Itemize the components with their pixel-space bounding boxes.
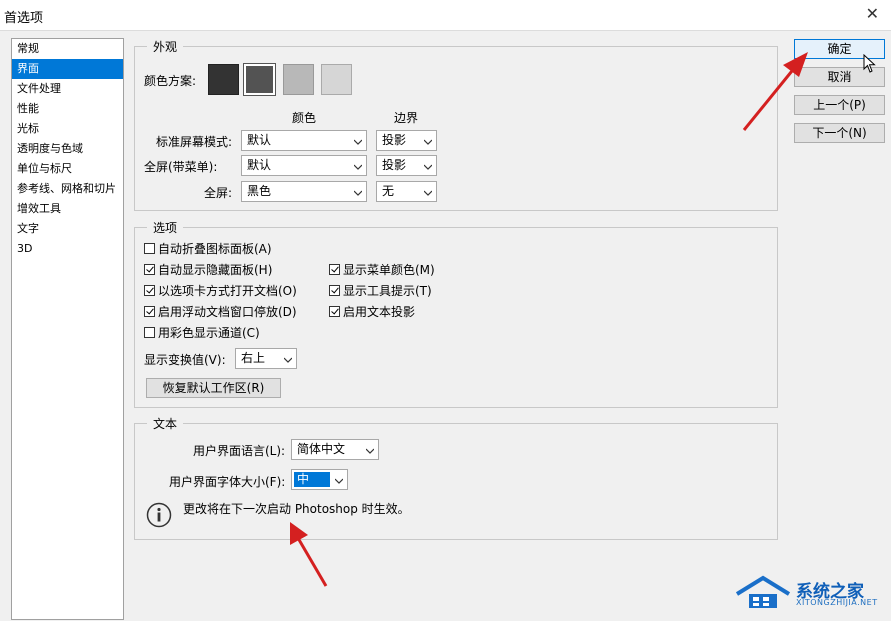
floating-dock-checkbox[interactable]: 启用浮动文档窗口停放(D) <box>144 304 297 320</box>
chevron-down-icon <box>424 139 432 145</box>
transform-values-value: 右上 <box>241 351 266 365</box>
tooltips-label: 显示工具提示(T) <box>343 284 432 298</box>
color-column-header: 颜色 <box>292 111 317 125</box>
transform-values-select[interactable]: 右上 <box>235 348 297 369</box>
floating-dock-label: 启用浮动文档窗口停放(D) <box>158 305 297 319</box>
color-scheme-swatch-3[interactable] <box>283 64 314 95</box>
fullscreen-menu-color-value: 默认 <box>247 158 272 172</box>
sidebar-item-guides[interactable]: 参考线、网格和切片 <box>12 179 123 199</box>
chevron-down-icon <box>335 478 343 484</box>
ui-language-label: 用户界面语言(L): <box>193 444 286 458</box>
sidebar-item-units[interactable]: 单位与标尺 <box>12 159 123 179</box>
checkbox-box[interactable] <box>144 264 155 275</box>
standard-screen-color-select[interactable]: 默认 <box>241 130 367 151</box>
chevron-down-icon <box>284 357 292 363</box>
sidebar-item-plugins[interactable]: 增效工具 <box>12 199 123 219</box>
fullscreen-border-select[interactable]: 无 <box>376 181 437 202</box>
appearance-legend: 外观 <box>153 40 178 54</box>
fullscreen-color-value: 黑色 <box>247 184 272 198</box>
color-scheme-swatch-4[interactable] <box>321 64 352 95</box>
text-shadow-checkbox[interactable]: 启用文本投影 <box>329 304 415 320</box>
mouse-cursor-icon <box>863 54 876 73</box>
open-as-tabs-label: 以选项卡方式打开文档(O) <box>158 284 297 298</box>
checkbox-box[interactable] <box>329 285 340 296</box>
ui-font-size-select[interactable]: 中 <box>291 469 348 490</box>
auto-collapse-label: 自动折叠图标面板(A) <box>158 242 272 256</box>
color-channels-checkbox[interactable]: 用彩色显示通道(C) <box>144 325 260 341</box>
standard-screen-label: 标准屏幕模式: <box>156 135 233 149</box>
sidebar-item-transparency[interactable]: 透明度与色域 <box>12 139 123 159</box>
standard-screen-border-select[interactable]: 投影 <box>376 130 437 151</box>
ui-font-size-value: 中 <box>294 472 330 487</box>
info-icon <box>146 502 172 528</box>
fullscreen-menu-border-value: 投影 <box>382 158 407 172</box>
sidebar-item-interface[interactable]: 界面 <box>12 59 123 79</box>
text-shadow-label: 启用文本投影 <box>343 305 416 319</box>
color-channels-label: 用彩色显示通道(C) <box>158 326 260 340</box>
fullscreen-label: 全屏: <box>204 186 233 200</box>
checkbox-box[interactable] <box>144 285 155 296</box>
auto-show-hidden-checkbox[interactable]: 自动显示隐藏面板(H) <box>144 262 272 278</box>
text-legend: 文本 <box>153 417 178 431</box>
chevron-down-icon <box>424 164 432 170</box>
fullscreen-color-select[interactable]: 黑色 <box>241 181 367 202</box>
title-bar: 首选项 ✕ <box>0 0 891 31</box>
standard-screen-color-value: 默认 <box>247 133 272 147</box>
color-scheme-swatch-1[interactable] <box>208 64 239 95</box>
open-as-tabs-checkbox[interactable]: 以选项卡方式打开文档(O) <box>144 283 297 299</box>
checkbox-box[interactable] <box>144 306 155 317</box>
transform-values-label: 显示变换值(V): <box>144 353 226 367</box>
border-column-header: 边界 <box>394 111 419 125</box>
fullscreen-menu-color-select[interactable]: 默认 <box>241 155 367 176</box>
sidebar-item-general[interactable]: 常规 <box>12 39 123 59</box>
watermark-logo-icon <box>735 575 791 608</box>
sidebar-item-3d[interactable]: 3D <box>12 239 123 259</box>
sidebar-item-cursors[interactable]: 光标 <box>12 119 123 139</box>
tooltips-checkbox[interactable]: 显示工具提示(T) <box>329 283 432 299</box>
checkbox-box[interactable] <box>329 306 340 317</box>
color-scheme-swatch-2[interactable] <box>243 63 276 96</box>
ui-language-value: 简体中文 <box>297 442 346 456</box>
sidebar-item-type[interactable]: 文字 <box>12 219 123 239</box>
sidebar-item-performance[interactable]: 性能 <box>12 99 123 119</box>
chevron-down-icon <box>354 139 362 145</box>
fullscreen-menu-label: 全屏(带菜单): <box>144 160 218 174</box>
checkbox-box[interactable] <box>329 264 340 275</box>
auto-show-hidden-label: 自动显示隐藏面板(H) <box>158 263 273 277</box>
chevron-down-icon <box>354 164 362 170</box>
category-list[interactable]: 常规 界面 文件处理 性能 光标 透明度与色域 单位与标尺 参考线、网格和切片 … <box>11 38 124 620</box>
checkbox-box[interactable] <box>144 243 155 254</box>
previous-button[interactable]: 上一个(P) <box>794 95 885 115</box>
options-legend: 选项 <box>153 221 178 235</box>
menu-colors-label: 显示菜单颜色(M) <box>343 263 435 277</box>
chevron-down-icon <box>366 448 374 454</box>
ui-font-size-label: 用户界面字体大小(F): <box>169 475 286 489</box>
checkbox-box[interactable] <box>144 327 155 338</box>
chevron-down-icon <box>424 190 432 196</box>
menu-colors-checkbox[interactable]: 显示菜单颜色(M) <box>329 262 435 278</box>
next-button[interactable]: 下一个(N) <box>794 123 885 143</box>
sidebar-item-file-handling[interactable]: 文件处理 <box>12 79 123 99</box>
watermark-url: XITONGZHIJIA.NET <box>796 598 878 607</box>
standard-screen-border-value: 投影 <box>382 133 407 147</box>
window-title: 首选项 <box>4 11 44 26</box>
restore-workspace-button[interactable]: 恢复默认工作区(R) <box>146 378 281 398</box>
close-icon[interactable]: ✕ <box>866 4 879 23</box>
color-scheme-label: 颜色方案: <box>144 74 197 88</box>
chevron-down-icon <box>354 190 362 196</box>
ui-language-select[interactable]: 简体中文 <box>291 439 379 460</box>
auto-collapse-checkbox[interactable]: 自动折叠图标面板(A) <box>144 241 272 257</box>
restart-notice: 更改将在下一次启动 Photoshop 时生效。 <box>183 502 410 516</box>
fullscreen-border-value: 无 <box>382 184 395 198</box>
fullscreen-menu-border-select[interactable]: 投影 <box>376 155 437 176</box>
